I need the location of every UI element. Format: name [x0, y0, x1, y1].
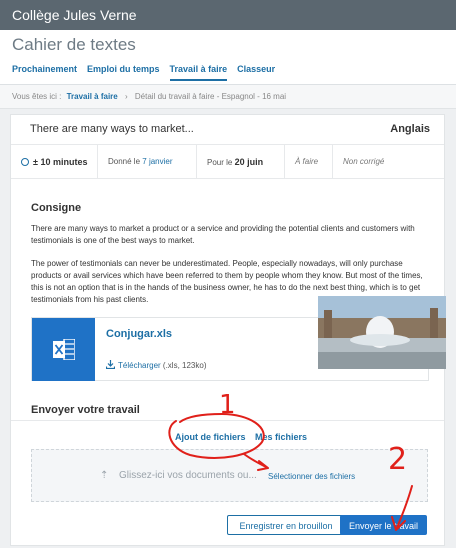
download-row: Télécharger (.xls, 123ko)	[105, 360, 207, 370]
breadcrumb-prefix: Vous êtes ici :	[12, 92, 62, 101]
tab-mes-fichiers[interactable]: Mes fichiers	[255, 432, 307, 442]
file-info: (.xls, 123ko)	[162, 361, 207, 370]
duration-cell: ± 10 minutes	[11, 145, 98, 178]
file-dropzone[interactable]: ⇡ Glissez-ici vos documents ou... Sélect…	[31, 449, 428, 502]
breadcrumb-current: Détail du travail à faire - Espagnol - 1…	[134, 92, 287, 101]
consigne-paragraph: There are many ways to market a product …	[31, 224, 415, 245]
tab-ajout-de-fichiers[interactable]: Ajout de fichiers	[175, 432, 246, 442]
submission-tabs: Ajout de fichiers Mes fichiers	[11, 420, 444, 450]
due-label: Pour le	[207, 158, 233, 167]
app-title: Collège Jules Verne	[12, 7, 137, 23]
given-label: Donné le	[108, 157, 141, 166]
save-draft-button[interactable]: Enregistrer en brouillon	[227, 515, 345, 535]
due-cell: Pour le 20 juin	[197, 145, 285, 178]
excel-file-icon	[53, 339, 75, 360]
tab-classeur[interactable]: Classeur	[237, 64, 275, 81]
dropzone-text: Glissez-ici vos documents ou...	[119, 470, 257, 481]
submission-heading: Envoyer votre travail	[31, 404, 140, 416]
main-nav: Prochainement Emploi du temps Travail à …	[12, 64, 285, 81]
download-icon	[105, 360, 116, 370]
consigne-heading: Consigne	[31, 202, 82, 214]
tab-prochainement[interactable]: Prochainement	[12, 64, 77, 81]
status-badge: À faire	[285, 145, 333, 178]
file-icon-box	[32, 318, 95, 381]
seville-fountain-photo	[318, 296, 446, 369]
breadcrumb: Vous êtes ici : Travail à faire › Détail…	[0, 85, 456, 109]
breadcrumb-separator: ›	[124, 92, 128, 101]
tab-travail-a-faire[interactable]: Travail à faire	[169, 64, 228, 81]
due-date: 20 juin	[234, 157, 264, 167]
breadcrumb-link[interactable]: Travail à faire	[67, 92, 118, 101]
plaza-photo-image	[318, 296, 446, 369]
correction-status: Non corrigé	[343, 157, 385, 166]
file-name-link[interactable]: Conjugar.xls	[106, 328, 172, 340]
homework-header: There are many ways to market... Anglais	[11, 115, 444, 145]
given-date: 7 janvier	[142, 157, 173, 166]
given-cell: Donné le 7 janvier	[98, 145, 197, 178]
homework-card: There are many ways to market... Anglais…	[10, 114, 446, 546]
page-header: Cahier de textes Prochainement Emploi du…	[0, 30, 456, 85]
homework-subject: Anglais	[390, 123, 430, 135]
app-topbar: Collège Jules Verne	[0, 0, 456, 30]
send-work-button[interactable]: Envoyer le travail	[340, 515, 427, 535]
duration-value: ± 10 minutes	[33, 157, 88, 167]
homework-meta: ± 10 minutes Donné le 7 janvier Pour le …	[11, 145, 444, 179]
select-files-link[interactable]: Sélectionner des fichiers	[268, 472, 355, 481]
upload-arrow-icon: ⇡	[100, 470, 109, 481]
homework-title: There are many ways to market...	[30, 123, 194, 135]
page-title: Cahier de textes	[12, 35, 136, 54]
tab-emploi-du-temps[interactable]: Emploi du temps	[87, 64, 160, 81]
download-link[interactable]: Télécharger	[118, 361, 161, 370]
clock-icon	[21, 158, 29, 166]
